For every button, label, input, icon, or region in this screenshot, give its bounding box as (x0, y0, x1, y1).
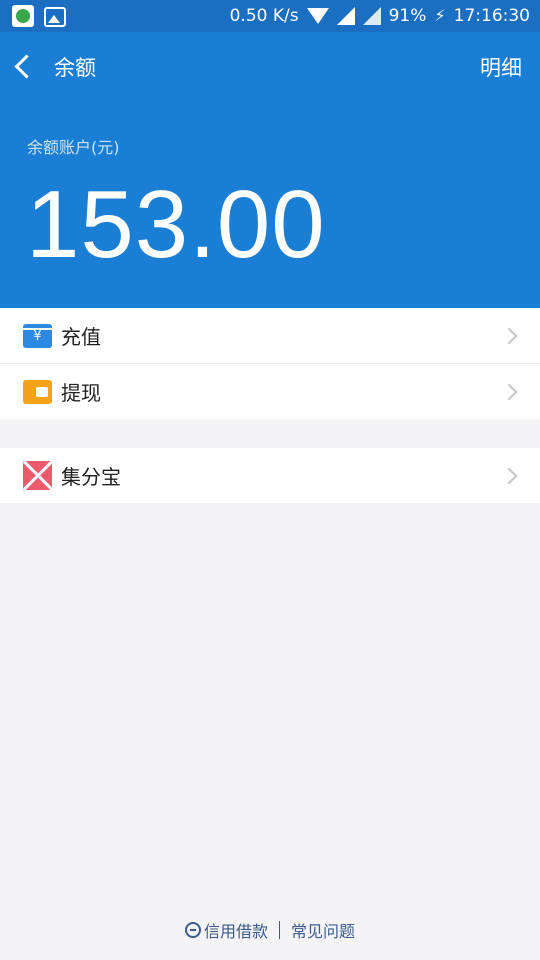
status-bar: 0.50 K/s 91% ⚡ 17:16:30 (0, 0, 540, 32)
credit-loan-link[interactable]: 信用借款 (204, 918, 268, 942)
chevron-right-icon (500, 467, 518, 484)
chevron-right-icon (500, 327, 518, 344)
balance-label: 余额账户(元) (27, 138, 120, 157)
recharge-icon: ¥ (23, 323, 52, 348)
wifi-icon (306, 8, 329, 24)
network-speed: 0.50 K/s (229, 6, 299, 26)
balance-header: 余额 明细 余额账户(元) 153.00 (0, 32, 540, 308)
page-title: 余额 (54, 56, 96, 80)
withdraw-label: 提现 (61, 381, 101, 405)
credit-loan-icon (184, 922, 201, 938)
status-indicators: 0.50 K/s 91% ⚡ 17:16:30 (230, 6, 530, 26)
notification-icons (12, 5, 66, 27)
app-notification-icon (12, 5, 34, 27)
jifenbao-icon (23, 461, 52, 490)
chevron-right-icon (500, 383, 518, 400)
detail-button[interactable]: 明细 (480, 54, 522, 82)
back-icon[interactable] (14, 54, 39, 79)
withdraw-item[interactable]: 提现 (0, 363, 540, 419)
jifenbao-label: 集分宝 (61, 465, 121, 489)
signal-icon (336, 7, 355, 25)
footer-links: 信用借款 常见问题 (0, 918, 540, 942)
wallet-icon (23, 379, 52, 404)
clock: 17:16:30 (453, 6, 530, 26)
menu-group-funds: ¥ 充值 提现 (0, 308, 540, 419)
faq-link[interactable]: 常见问题 (291, 918, 355, 942)
recharge-label: 充值 (61, 325, 101, 349)
recharge-item[interactable]: ¥ 充值 (0, 308, 540, 363)
yuan-symbol: ¥ (33, 328, 42, 344)
footer-divider (279, 921, 280, 939)
menu-group-points: 集分宝 (0, 448, 540, 503)
signal-no-data-icon (362, 7, 381, 25)
balance-amount: 153.00 (26, 171, 326, 278)
gallery-notification-icon (44, 7, 66, 27)
jifenbao-item[interactable]: 集分宝 (0, 448, 540, 503)
battery-level: 91% (388, 6, 427, 26)
charging-icon: ⚡ (434, 6, 446, 25)
